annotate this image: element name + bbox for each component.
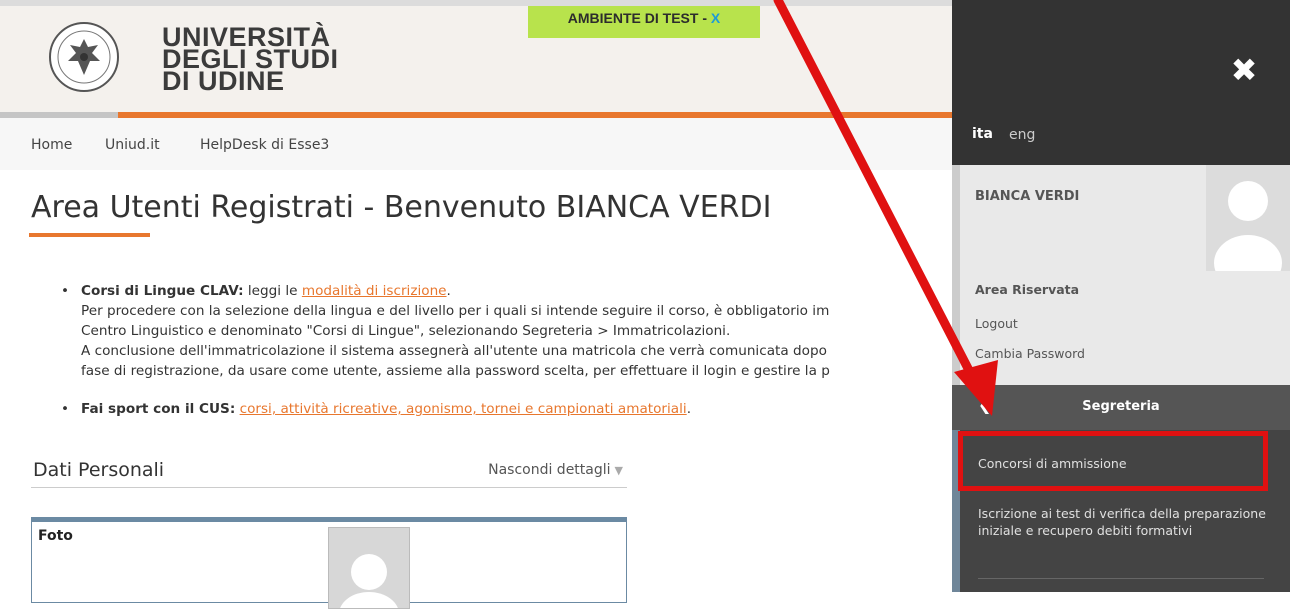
menu-item-test-verifica[interactable]: Iscrizione ai test di verifica della pre… [978, 505, 1268, 539]
announcements: • Corsi di Lingue CLAV: leggi le modalit… [45, 281, 965, 437]
clav-line-3: Centro Linguistico e denominato "Corsi d… [81, 323, 731, 339]
hide-details-label: Nascondi dettagli [488, 462, 611, 478]
user-photo-placeholder-icon [328, 527, 410, 609]
user-name: BIANCA VERDI [975, 189, 1080, 204]
change-password-link[interactable]: Cambia Password [975, 346, 1085, 361]
nav-uniud[interactable]: Uniud.it [105, 137, 160, 153]
test-banner-label: AMBIENTE DI TEST - [567, 10, 711, 26]
segreteria-title: Segreteria [1082, 399, 1160, 414]
announcement-clav: • Corsi di Lingue CLAV: leggi le modalit… [45, 281, 965, 381]
nav-home[interactable]: Home [31, 137, 72, 153]
user-avatar-icon [1206, 165, 1290, 271]
side-menu-panel: ✖ ita eng BIANCA VERDI Area Riservata Lo… [952, 0, 1290, 592]
header-top-line [0, 0, 952, 6]
user-box-left-bar [952, 165, 960, 385]
cus-activities-link[interactable]: corsi, attività ricreative, agonismo, to… [240, 401, 687, 417]
nav-helpdesk[interactable]: HelpDesk di Esse3 [200, 137, 329, 153]
clav-line-2: Per procedere con la selezione della lin… [81, 303, 830, 319]
bullet-dot: • [61, 401, 70, 417]
clav-heading: Corsi di Lingue CLAV: [81, 283, 244, 299]
bullet-dot: • [61, 283, 70, 299]
highlight-box [958, 431, 1268, 491]
test-environment-banner: AMBIENTE DI TEST - X [528, 6, 760, 38]
area-riservata-heading: Area Riservata [975, 282, 1080, 297]
top-nav: Home Uniud.it HelpDesk di Esse3 [0, 118, 952, 170]
test-banner-close[interactable]: X [711, 10, 720, 26]
site-header: UNIVERSITÀ DEGLI STUDI DI UDINE AMBIENTE… [0, 0, 952, 112]
caret-down-icon: ▼ [614, 464, 623, 477]
hide-details-toggle[interactable]: Nascondi dettagli ▼ [488, 462, 623, 478]
lang-eng[interactable]: eng [1009, 127, 1035, 143]
photo-panel: Foto [31, 517, 627, 609]
personal-data-header: Dati Personali Nascondi dettagli ▼ [31, 451, 627, 488]
clav-period: . [446, 283, 451, 299]
chevron-left-icon[interactable]: ❮ [978, 395, 991, 414]
clav-line-4: A conclusione dell'immatricolazione il s… [81, 343, 827, 359]
cus-heading: Fai sport con il CUS: [81, 401, 236, 417]
lang-ita[interactable]: ita [972, 126, 993, 142]
university-name-logo[interactable]: UNIVERSITÀ DEGLI STUDI DI UDINE [162, 24, 339, 95]
user-box: BIANCA VERDI Area Riservata Logout Cambi… [952, 165, 1290, 385]
clav-intro: leggi le [243, 283, 302, 299]
modalita-iscrizione-link[interactable]: modalità di iscrizione [302, 283, 447, 299]
menu-divider [978, 578, 1264, 579]
page-title: Area Utenti Registrati - Benvenuto BIANC… [31, 190, 772, 225]
segreteria-section-header: Segreteria ❮ [952, 385, 1290, 430]
logout-link[interactable]: Logout [975, 316, 1018, 331]
photo-label: Foto [38, 528, 73, 544]
announcement-cus: • Fai sport con il CUS: corsi, attività … [45, 399, 965, 419]
close-icon[interactable]: ✖ [1228, 54, 1260, 86]
title-underline [29, 233, 150, 237]
university-seal-logo[interactable] [48, 21, 120, 93]
personal-data-title: Dati Personali [33, 459, 165, 481]
cus-period: . [686, 401, 692, 417]
clav-line-5: fase di registrazione, da usare come ute… [81, 363, 830, 379]
